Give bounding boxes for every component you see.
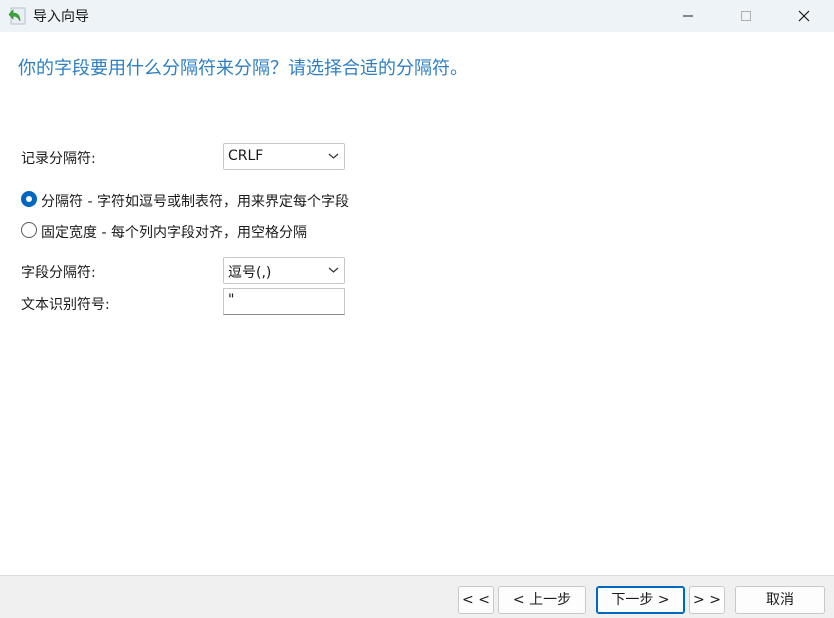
close-button[interactable]	[776, 0, 832, 32]
minimize-icon	[683, 15, 693, 17]
text-qualifier-label: 文本识别符号:	[21, 297, 110, 313]
record-delimiter-value: CRLF	[228, 148, 264, 164]
cancel-button[interactable]: 取消	[735, 586, 825, 614]
close-icon	[798, 10, 810, 22]
delimited-option-label: 分隔符 - 字符如逗号或制表符，用来界定每个字段	[41, 194, 349, 210]
record-delimiter-label: 记录分隔符:	[21, 151, 96, 167]
field-delimiter-value: 逗号(,)	[228, 265, 272, 281]
text-qualifier-value: "	[228, 292, 235, 308]
last-step-button[interactable]: > >	[689, 586, 725, 614]
back-button[interactable]: < 上一步	[498, 586, 586, 614]
first-step-button[interactable]: < <	[458, 586, 494, 614]
maximize-icon	[741, 11, 751, 21]
field-delimiter-select[interactable]: 逗号(,)	[223, 257, 345, 284]
chevron-down-icon	[328, 267, 339, 273]
page-heading: 你的字段要用什么分隔符来分隔？请选择合适的分隔符。	[18, 58, 468, 79]
field-delimiter-label: 字段分隔符:	[21, 265, 96, 281]
minimize-button[interactable]	[660, 0, 716, 32]
footer-bar: < < < 上一步 下一步 > > > 取消	[0, 575, 834, 618]
back-arrow-icon	[8, 7, 26, 25]
window-title: 导入向导	[33, 9, 89, 25]
maximize-button[interactable]	[718, 0, 774, 32]
text-qualifier-input[interactable]: "	[223, 288, 345, 315]
fixed-width-radio[interactable]	[21, 222, 37, 238]
next-button[interactable]: 下一步 >	[596, 586, 685, 614]
delimited-radio[interactable]	[21, 191, 37, 207]
record-delimiter-select[interactable]: CRLF	[223, 143, 345, 170]
fixed-width-option-label: 固定宽度 - 每个列内字段对齐，用空格分隔	[41, 225, 307, 241]
title-bar: 导入向导	[0, 0, 834, 32]
chevron-down-icon	[328, 153, 339, 159]
